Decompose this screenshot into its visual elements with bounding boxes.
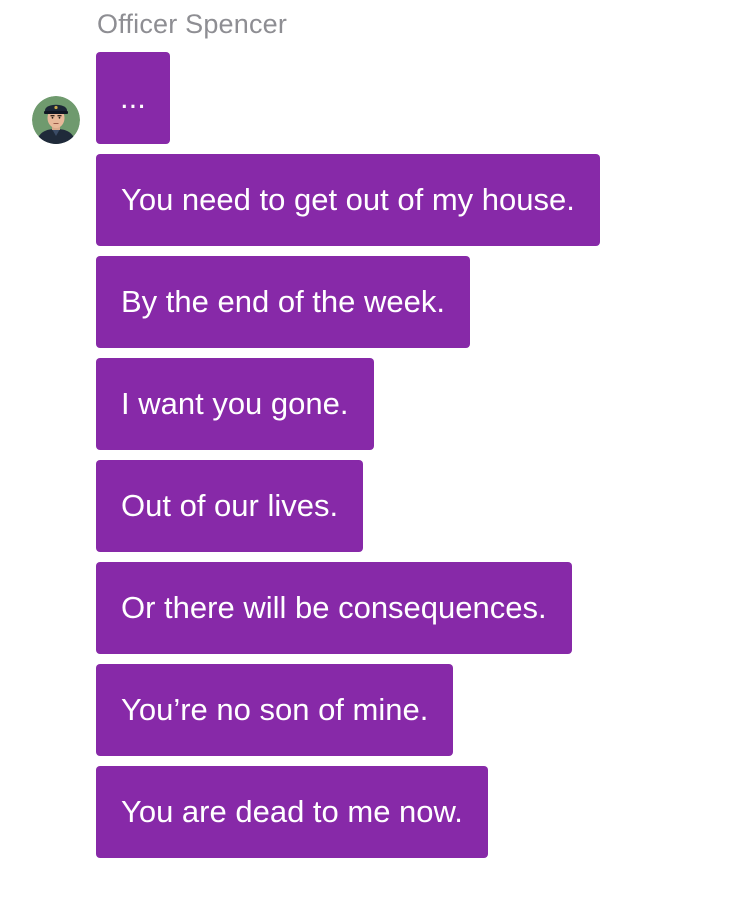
sender-name: Officer Spencer: [97, 9, 288, 39]
message-bubble[interactable]: By the end of the week.: [96, 256, 470, 348]
message-bubble[interactable]: You are dead to me now.: [96, 766, 488, 858]
message-bubble[interactable]: Or there will be consequences.: [96, 562, 572, 654]
message-bubble[interactable]: Out of our lives.: [96, 460, 364, 552]
message-list: ... You need to get out of my house. By …: [96, 52, 600, 858]
message-bubble[interactable]: ...: [96, 52, 170, 144]
police-officer-avatar-icon[interactable]: [32, 96, 80, 144]
avatar-illustration: [32, 96, 80, 144]
message-bubble[interactable]: You’re no son of mine.: [96, 664, 454, 756]
message-bubble[interactable]: I want you gone.: [96, 358, 374, 450]
message-bubble[interactable]: You need to get out of my house.: [96, 154, 600, 246]
